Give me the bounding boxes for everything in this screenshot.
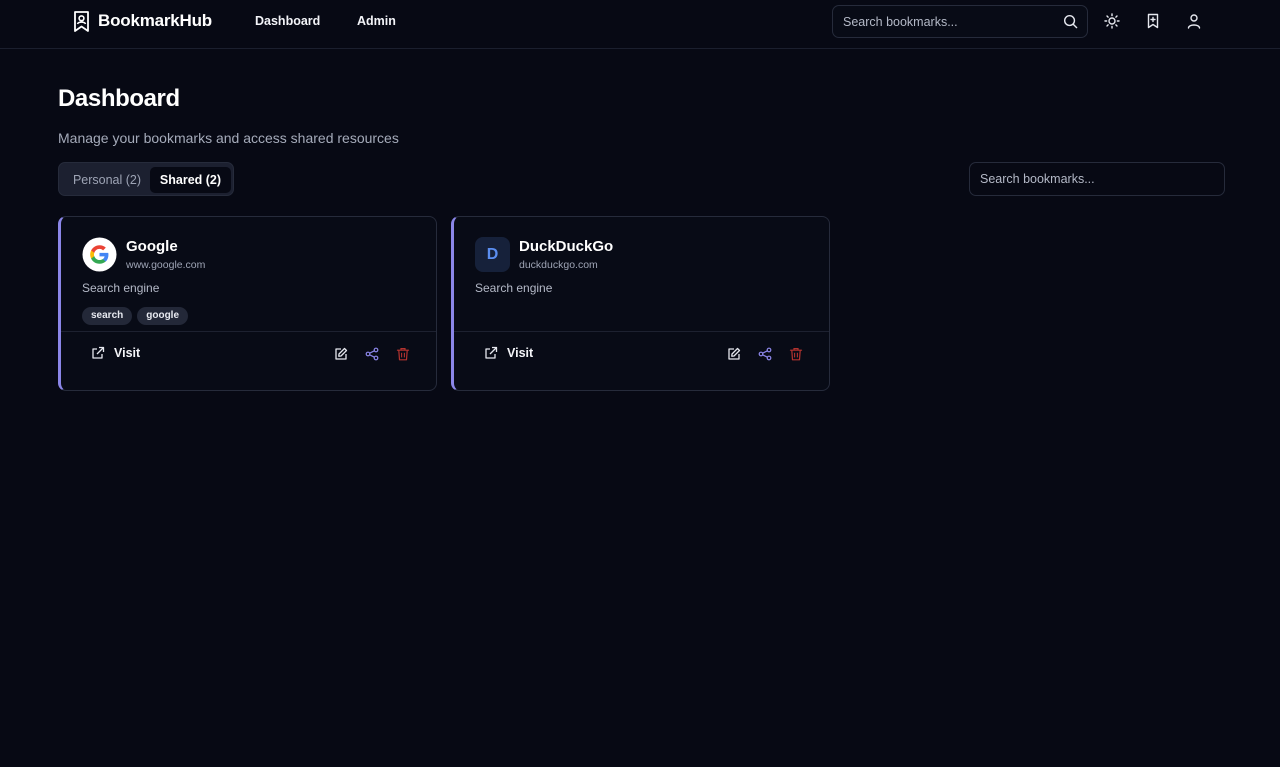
bookmark-domain: duckduckgo.com	[519, 259, 598, 271]
edit-icon[interactable]	[727, 347, 741, 361]
search-icon[interactable]	[1063, 14, 1078, 29]
filter-search-input[interactable]	[970, 163, 1224, 195]
tab-shared[interactable]: Shared (2)	[150, 167, 231, 193]
share-icon[interactable]	[758, 347, 772, 361]
visit-button[interactable]: Visit	[484, 346, 533, 360]
card-divider	[454, 331, 829, 332]
brand-name: BookmarkHub	[98, 11, 212, 30]
letter-avatar-icon: D	[475, 237, 510, 272]
tag-search[interactable]: search	[82, 307, 133, 325]
bookmark-hub-logo-icon	[74, 10, 89, 32]
google-favicon-icon	[82, 237, 117, 272]
bookmark-card: Google www.google.com Search engine sear…	[58, 216, 437, 391]
top-navbar: BookmarkHub Dashboard Admin	[0, 0, 1280, 49]
bookmark-tags: search google	[82, 307, 189, 325]
bookmark-icon[interactable]	[1145, 13, 1161, 29]
nav-dashboard[interactable]: Dashboard	[255, 14, 320, 28]
bookmark-tabs: Personal (2) Shared (2)	[58, 162, 234, 196]
bookmark-title[interactable]: Google	[126, 238, 178, 255]
visit-label: Visit	[507, 346, 534, 360]
card-divider	[61, 331, 436, 332]
bookmark-description: Search engine	[82, 281, 160, 295]
external-link-icon	[485, 346, 498, 359]
bookmark-title[interactable]: DuckDuckGo	[519, 238, 613, 255]
brand[interactable]: BookmarkHub	[73, 10, 212, 32]
header-search	[832, 5, 1088, 38]
nav-admin[interactable]: Admin	[357, 14, 396, 28]
tab-personal[interactable]: Personal (2)	[63, 167, 151, 193]
visit-button[interactable]: Visit	[91, 346, 140, 360]
user-icon[interactable]	[1186, 13, 1202, 29]
tag-google[interactable]: google	[137, 307, 189, 325]
bookmark-description: Search engine	[475, 281, 553, 295]
visit-label: Visit	[114, 346, 141, 360]
edit-icon[interactable]	[334, 347, 348, 361]
external-link-icon	[92, 346, 105, 359]
bookmark-card: D DuckDuckGo duckduckgo.com Search engin…	[451, 216, 830, 391]
bookmark-domain: www.google.com	[126, 259, 206, 271]
trash-icon[interactable]	[789, 347, 803, 361]
header-search-input[interactable]	[833, 6, 1053, 37]
share-icon[interactable]	[365, 347, 379, 361]
sun-icon[interactable]	[1104, 13, 1120, 29]
trash-icon[interactable]	[396, 347, 410, 361]
page-subtitle: Manage your bookmarks and access shared …	[58, 130, 399, 146]
filter-search	[969, 162, 1225, 196]
page-title: Dashboard	[58, 85, 180, 112]
